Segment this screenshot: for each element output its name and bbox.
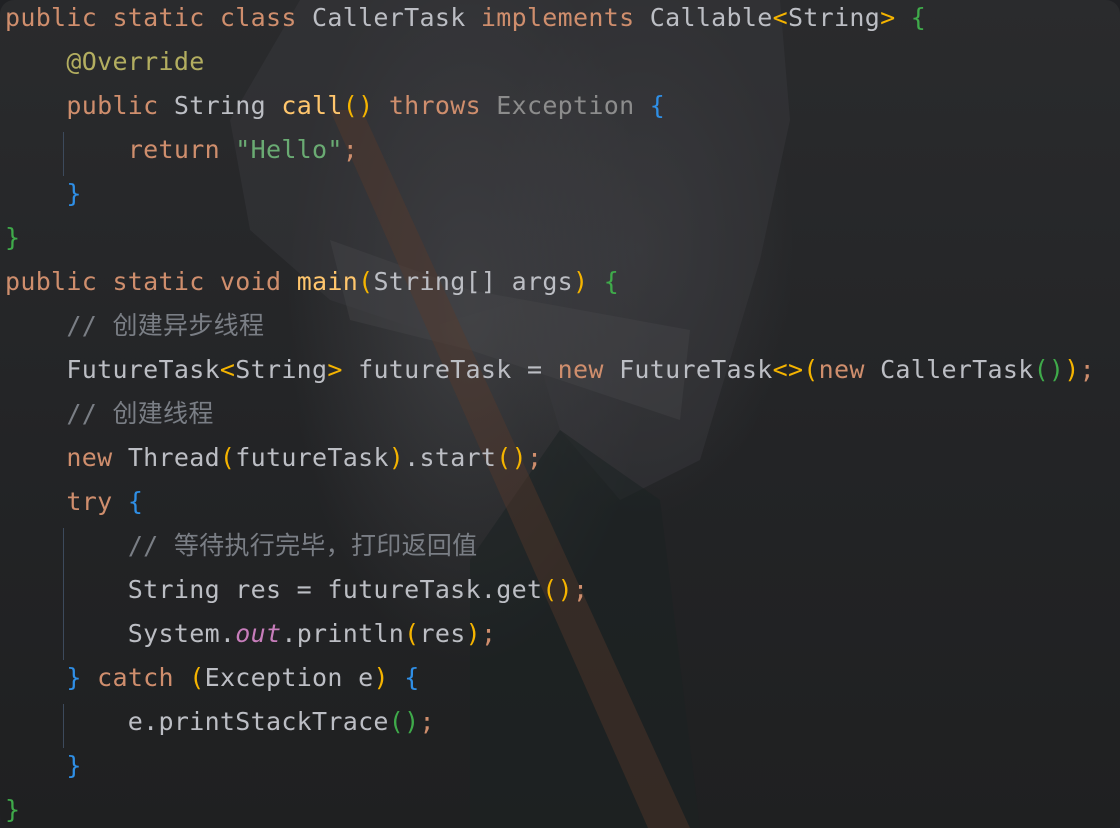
- code-line: }: [66, 751, 82, 780]
- code-line: // 创建异步线程: [66, 311, 265, 340]
- code-editor[interactable]: public static class CallerTask implement…: [0, 0, 1120, 828]
- code-line: // 等待执行完毕，打印返回值: [5, 528, 1120, 572]
- code-line: } catch (Exception e) {: [66, 663, 420, 692]
- code-line: // 创建线程: [66, 399, 214, 428]
- code-line: public static void main(String[] args) {: [5, 267, 620, 296]
- code-line: @Override: [66, 47, 205, 76]
- code-line: return "Hello";: [5, 132, 1120, 176]
- code-line: }: [66, 179, 82, 208]
- code-line: String res = futureTask.get();: [5, 572, 1120, 616]
- code-line: new Thread(futureTask).start();: [66, 443, 543, 472]
- code-block: public static class CallerTask implement…: [5, 0, 1120, 828]
- code-line: }: [5, 795, 21, 824]
- code-line: }: [5, 223, 21, 252]
- code-line: FutureTask<String> futureTask = new Futu…: [5, 355, 1095, 384]
- code-line: System.out.println(res);: [5, 616, 1120, 660]
- code-line: try {: [66, 487, 144, 516]
- code-line: e.printStackTrace();: [5, 704, 1120, 748]
- code-line: public static class CallerTask implement…: [5, 3, 927, 32]
- code-line: public String call() throws Exception {: [66, 91, 666, 120]
